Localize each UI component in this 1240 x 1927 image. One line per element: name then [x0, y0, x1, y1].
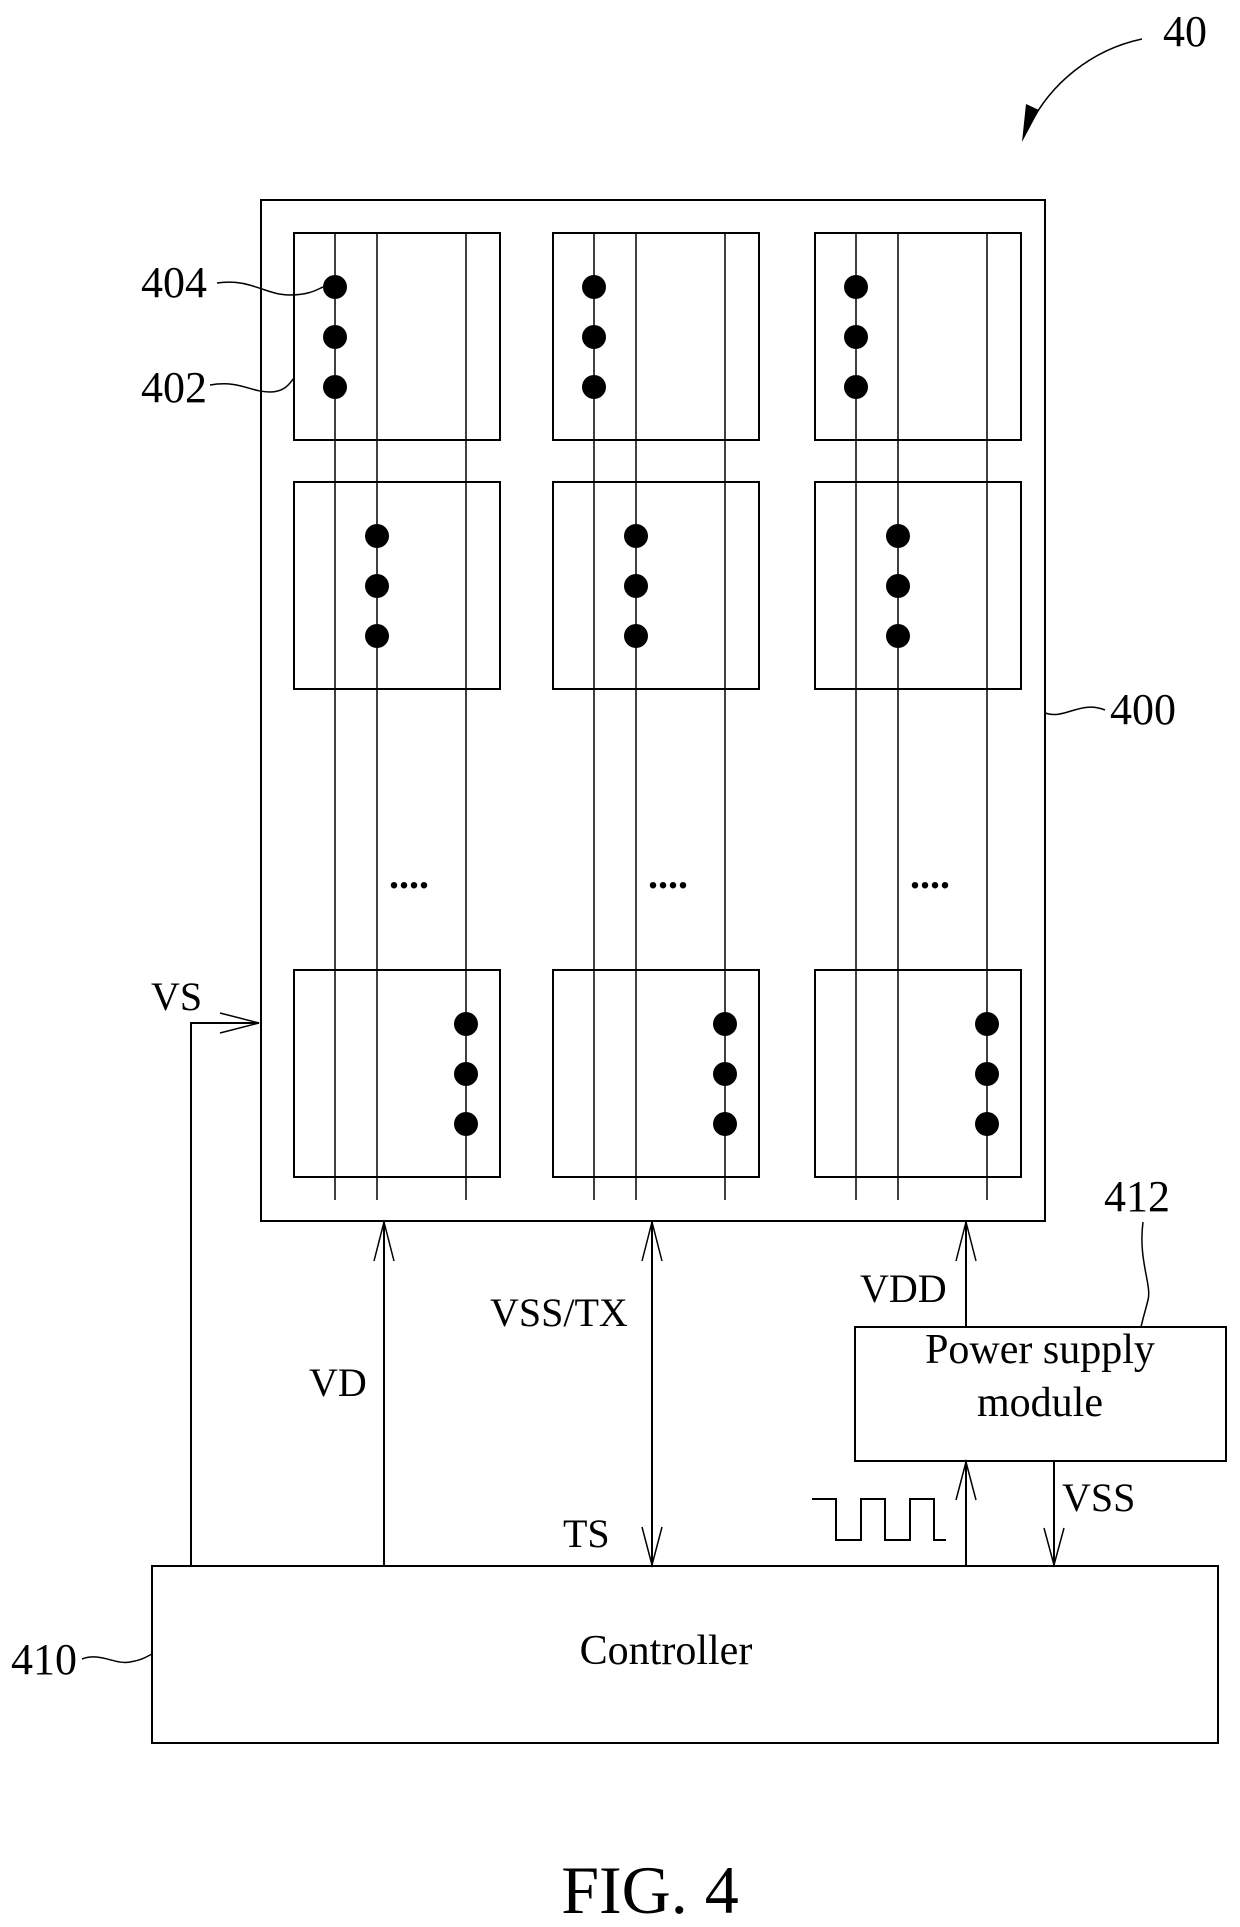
electrode-dot	[713, 1062, 737, 1086]
electrode-dot	[454, 1112, 478, 1136]
controller-label: Controller	[580, 1628, 753, 1674]
electrode-dot	[886, 624, 910, 648]
electrode-dot	[454, 1062, 478, 1086]
electrode-dot	[582, 375, 606, 399]
square-wave-icon	[812, 1498, 946, 1541]
ellipsis-group: ............	[389, 852, 950, 897]
electrode-dot	[844, 325, 868, 349]
ellipsis-label: ....	[389, 852, 429, 897]
vss-tx-label: VSS/TX	[490, 1290, 628, 1335]
cell-reference-leader	[209, 377, 295, 393]
panel-400	[260, 199, 1046, 1222]
electrode-dot	[454, 1012, 478, 1036]
vs-label: VS	[151, 974, 202, 1019]
electrode-dot	[365, 574, 389, 598]
sensor-cell	[552, 481, 760, 690]
figure-reference-arrow	[1029, 38, 1143, 126]
electrode-dot	[713, 1112, 737, 1136]
figure-caption: FIG. 4	[561, 1852, 739, 1927]
figure-reference-label: 40	[1163, 7, 1207, 56]
electrode-dot	[624, 574, 648, 598]
controller-reference-label: 410	[11, 1635, 77, 1684]
power-supply-label-line1: Power supply	[925, 1327, 1155, 1373]
electrode-dot	[582, 275, 606, 299]
electrode-dot	[323, 275, 347, 299]
power-supply-reference-leader	[1140, 1221, 1150, 1328]
electrode-dot	[365, 624, 389, 648]
sensor-cell	[814, 481, 1022, 690]
figure-reference-arrowhead-icon	[1022, 104, 1039, 142]
cell-reference-label: 402	[141, 363, 207, 412]
sensing-lines	[334, 233, 988, 1200]
vs-wire	[190, 1022, 259, 1566]
electrode-dot	[323, 325, 347, 349]
electrode-dot	[886, 574, 910, 598]
dot-reference-label: 404	[141, 258, 207, 307]
panel-reference-leader	[1044, 706, 1106, 716]
power-supply-label-line2: module	[977, 1380, 1103, 1426]
controller-reference-leader	[81, 1653, 153, 1664]
electrode-dot	[975, 1012, 999, 1036]
vdd-label: VDD	[860, 1266, 947, 1311]
electrode-dot	[844, 275, 868, 299]
dot-reference-leader	[216, 281, 324, 296]
ellipsis-label: ....	[648, 852, 688, 897]
ts-label: TS	[563, 1511, 610, 1556]
ellipsis-label: ....	[910, 852, 950, 897]
electrode-dot	[975, 1112, 999, 1136]
electrode-dot	[323, 375, 347, 399]
electrode-dot	[975, 1062, 999, 1086]
sensor-cell	[293, 481, 501, 690]
electrode-dot	[713, 1012, 737, 1036]
power-supply-reference-label: 412	[1104, 1172, 1170, 1221]
panel-reference-label: 400	[1110, 685, 1176, 734]
cell-grid	[293, 232, 1022, 1178]
vd-label: VD	[309, 1360, 367, 1405]
electrode-dot	[624, 524, 648, 548]
vss-label: VSS	[1062, 1475, 1135, 1520]
electrode-dot	[624, 624, 648, 648]
fig4-diagram: 40 400 ............ 404 402 VS VD VSS/TX…	[11, 7, 1227, 1927]
electrode-dot	[844, 375, 868, 399]
electrode-dot	[582, 325, 606, 349]
electrode-dot	[886, 524, 910, 548]
electrode-dot	[365, 524, 389, 548]
